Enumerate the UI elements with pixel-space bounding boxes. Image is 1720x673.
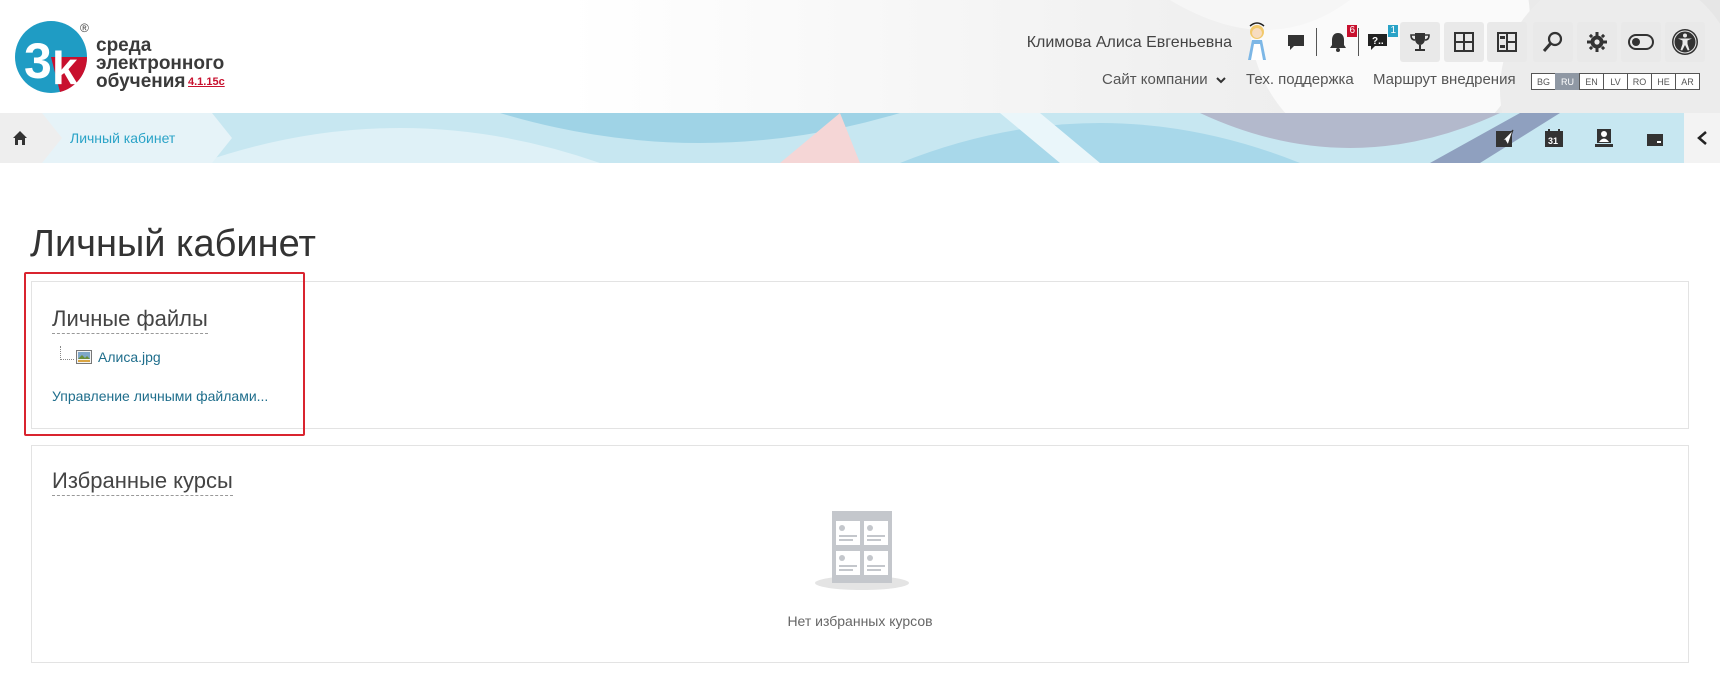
lang-ru[interactable]: RU bbox=[1555, 73, 1580, 90]
file-item[interactable]: Алиса.jpg bbox=[60, 346, 161, 368]
chevron-left-icon bbox=[1697, 131, 1707, 145]
calendar-icon: 31 bbox=[1545, 129, 1563, 147]
chat-icon bbox=[1288, 35, 1304, 50]
settings-button[interactable] bbox=[1577, 22, 1617, 62]
drive-icon bbox=[1647, 134, 1663, 146]
catalog-icon bbox=[1497, 32, 1517, 52]
search-icon bbox=[1542, 31, 1563, 52]
tree-connector bbox=[60, 346, 74, 360]
toggle-icon bbox=[1628, 34, 1654, 50]
route-link[interactable]: Маршрут внедрения bbox=[1373, 71, 1516, 88]
separator bbox=[1316, 28, 1317, 56]
user-name[interactable]: Климова Алиса Евгеньевна bbox=[1027, 34, 1232, 52]
image-file-icon bbox=[76, 350, 92, 364]
drawer-toggle-button[interactable] bbox=[1684, 113, 1720, 163]
bell-icon bbox=[1330, 33, 1346, 52]
svg-text:31: 31 bbox=[1548, 136, 1558, 146]
support-link[interactable]: Тех. поддержка bbox=[1246, 71, 1354, 88]
user-report-icon bbox=[1595, 129, 1613, 147]
questions-badge: 1 bbox=[1388, 25, 1398, 37]
lang-ro[interactable]: RO bbox=[1627, 73, 1652, 90]
navbar-decoration bbox=[0, 113, 1720, 163]
no-courses-message: Нет избранных курсов bbox=[787, 613, 933, 629]
accessibility-button[interactable] bbox=[1665, 22, 1705, 62]
private-files-block: Личные файлы Алиса.jpg Управление личным… bbox=[31, 281, 1689, 429]
trophy-icon bbox=[1410, 33, 1430, 51]
file-link[interactable]: Алиса.jpg bbox=[98, 349, 161, 365]
page-title: Личный кабинет bbox=[30, 223, 316, 265]
breadcrumb-current[interactable]: Личный кабинет bbox=[70, 130, 175, 146]
svg-text:?..: ?.. bbox=[1372, 36, 1384, 47]
private-files-title: Личные файлы bbox=[52, 306, 208, 334]
send-icon bbox=[1496, 129, 1514, 147]
lang-en[interactable]: EN bbox=[1579, 73, 1604, 90]
accessibility-icon bbox=[1672, 29, 1698, 55]
starred-courses-title: Избранные курсы bbox=[52, 468, 233, 496]
messages-button[interactable] bbox=[1276, 22, 1316, 62]
calendar-button[interactable]: 31 bbox=[1542, 126, 1566, 150]
home-button[interactable] bbox=[0, 113, 40, 163]
lang-lv[interactable]: LV bbox=[1603, 73, 1628, 90]
starred-courses-block: Избранные курсы Нет избранных курсов bbox=[31, 445, 1689, 663]
svg-text:®: ® bbox=[80, 21, 89, 35]
dashboard-icon bbox=[1454, 32, 1474, 52]
home-icon bbox=[13, 131, 27, 145]
manage-files-link[interactable]: Управление личными файлами... bbox=[52, 388, 268, 404]
gear-icon bbox=[1587, 32, 1607, 52]
search-button[interactable] bbox=[1533, 22, 1573, 62]
notifications-badge: 6 bbox=[1347, 25, 1357, 37]
theme-toggle-button[interactable] bbox=[1621, 22, 1661, 62]
lang-he[interactable]: HE bbox=[1651, 73, 1676, 90]
questions-button[interactable]: ?.. 1 bbox=[1359, 22, 1399, 62]
company-site-label: Сайт компании bbox=[1102, 71, 1208, 88]
achievements-button[interactable] bbox=[1400, 22, 1440, 62]
notifications-button[interactable]: 6 bbox=[1318, 22, 1358, 62]
chevron-down-icon bbox=[1216, 77, 1226, 84]
company-site-menu[interactable]: Сайт компании bbox=[1102, 71, 1226, 88]
language-switcher: BG RU EN LV RO HE AR bbox=[1531, 73, 1700, 90]
dashboard-button[interactable] bbox=[1444, 22, 1484, 62]
storage-button[interactable] bbox=[1643, 126, 1667, 150]
no-courses-illustration bbox=[815, 511, 909, 590]
lang-bg[interactable]: BG bbox=[1531, 73, 1556, 90]
question-chat-icon: ?.. bbox=[1368, 34, 1387, 50]
user-avatar[interactable] bbox=[1240, 22, 1274, 62]
svg-text:3: 3 bbox=[24, 33, 52, 89]
tasks-button[interactable] bbox=[1493, 126, 1517, 150]
logo-version[interactable]: 4.1.15c bbox=[188, 76, 225, 88]
courses-catalog-button[interactable] bbox=[1487, 22, 1527, 62]
reports-button[interactable] bbox=[1592, 126, 1616, 150]
navigation-bar: Личный кабинет 31 bbox=[0, 113, 1720, 163]
lang-ar[interactable]: AR bbox=[1675, 73, 1700, 90]
svg-text:k: k bbox=[52, 42, 78, 94]
page-header: 3 k ® среда электронного обучения 4.1.15… bbox=[0, 0, 1720, 113]
